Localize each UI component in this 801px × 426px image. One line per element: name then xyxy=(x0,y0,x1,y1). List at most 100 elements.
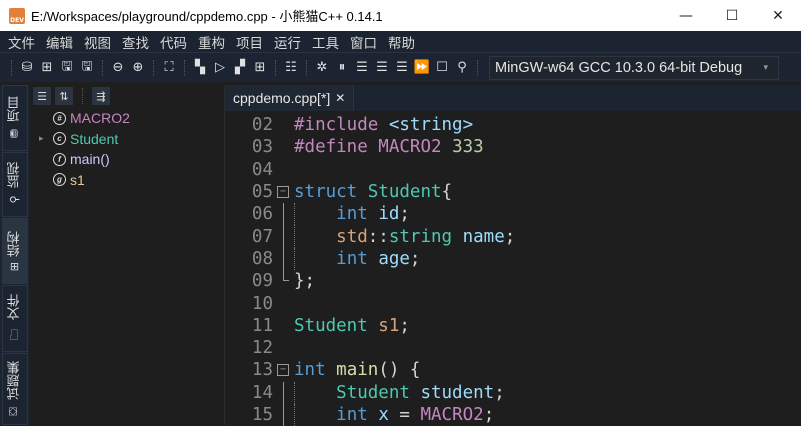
fold-line xyxy=(283,247,284,271)
code-token: ; xyxy=(483,405,495,425)
menu-item[interactable]: 代码 xyxy=(160,32,187,52)
code-token: :: xyxy=(367,226,389,247)
fold-gutter: − xyxy=(275,181,294,203)
menu-item[interactable]: 文件 xyxy=(8,32,35,52)
structure-tool-button[interactable]: ⇅ xyxy=(55,87,73,105)
code-line: 06 int id; xyxy=(225,203,515,226)
toolbar-button-icon[interactable]: 🖫 xyxy=(77,57,97,79)
toolbar-button-icon[interactable]: ⛁ xyxy=(17,60,37,75)
toolbar-button-icon[interactable]: ✲ xyxy=(312,60,332,75)
toolbar-button-icon[interactable]: ▞ xyxy=(230,60,250,75)
side-tab-2[interactable]: ⊞ 结构 xyxy=(2,218,28,284)
toolbar-button-icon[interactable]: ⊖ xyxy=(108,60,128,75)
toolbar-button-icon[interactable]: ⚲ xyxy=(452,60,472,75)
structure-item[interactable]: f main() xyxy=(53,151,110,167)
side-tab-4[interactable]: ⛋ 试题集 xyxy=(2,353,28,425)
code-token: std xyxy=(336,226,368,247)
toolbar-button-icon[interactable]: ⛶ xyxy=(159,60,179,75)
toolbar-button-icon[interactable]: ⊞ xyxy=(250,60,270,75)
side-tab-icon: ⛋ xyxy=(9,404,21,418)
structure-tool-button[interactable]: ☰ xyxy=(33,87,51,105)
line-number: 06 xyxy=(251,204,273,225)
code-token: 333 xyxy=(452,137,484,158)
line-number: 11 xyxy=(251,315,273,336)
menu-item[interactable]: 工具 xyxy=(312,32,339,52)
line-number: 12 xyxy=(251,338,273,359)
side-tab-1[interactable]: ⚲ 监视 xyxy=(2,152,28,217)
toolbar-button-icon[interactable]: ⏩ xyxy=(412,60,432,75)
expand-arrow-icon[interactable]: ▸ xyxy=(39,133,44,144)
toolbar-button-icon[interactable]: ☰ xyxy=(392,60,412,75)
code-line: 03 #define MACRO2 333 xyxy=(225,136,515,158)
minimize-button[interactable]: — xyxy=(663,0,709,31)
chevron-down-icon: ▾ xyxy=(763,62,768,72)
structure-panel: ☰ ⇅ ⇶ # MACRO2 ▸ c Student f main() g s1 xyxy=(29,85,225,425)
code-token: }; xyxy=(294,271,316,292)
code-token: age xyxy=(378,248,410,269)
structure-item[interactable]: # MACRO2 xyxy=(53,110,130,126)
menu-item[interactable]: 编辑 xyxy=(46,32,73,52)
menu-item[interactable]: 帮助 xyxy=(388,32,415,52)
code-token: x xyxy=(378,405,400,425)
code-line: 10 xyxy=(225,292,515,314)
fold-gutter xyxy=(275,270,294,292)
menu-item[interactable]: 运行 xyxy=(274,32,301,52)
code-token: ; xyxy=(494,382,505,403)
code-token: int xyxy=(294,360,337,381)
structure-item-label: MACRO2 xyxy=(70,110,130,126)
code-token: ; xyxy=(399,204,410,225)
compiler-select[interactable]: MinGW-w64 GCC 10.3.0 64-bit Debug ▾ xyxy=(489,55,779,80)
side-tab-0[interactable]: ⛃ 项目 xyxy=(2,85,28,151)
structure-item[interactable]: g s1 xyxy=(53,172,85,188)
menu-item[interactable]: 项目 xyxy=(236,32,263,52)
tab-label: cppdemo.cpp[*] xyxy=(233,90,331,106)
code-token: () { xyxy=(378,360,421,381)
fold-collapse-icon[interactable]: − xyxy=(277,364,289,377)
code-token: #define xyxy=(294,137,379,158)
code-line: 14 Student student; xyxy=(225,381,515,404)
code-editor[interactable]: cppdemo.cpp[*] ✕ 02 #include <string> 03 #d… xyxy=(225,85,801,426)
code-token: ; xyxy=(504,226,516,247)
fold-collapse-icon[interactable]: − xyxy=(277,185,289,198)
code-line: 09}; xyxy=(225,270,515,292)
code-area[interactable]: 02 #include <string> 03 #define MACRO2 333 0… xyxy=(225,114,515,426)
toolbar-button-icon[interactable]: ☰ xyxy=(352,60,372,75)
fold-gutter xyxy=(275,247,294,271)
structure-item-label: s1 xyxy=(70,171,85,188)
toolbar-button-icon[interactable]: ☷ xyxy=(281,60,301,75)
toolbar-button-icon[interactable]: ⊕ xyxy=(128,60,148,75)
toolbar-button-icon[interactable]: ⏸ xyxy=(332,60,352,75)
structure-item[interactable]: ▸ c Student xyxy=(39,131,118,147)
code-token: s1 xyxy=(378,315,400,336)
menu-item[interactable]: 视图 xyxy=(84,32,111,52)
fold-gutter xyxy=(275,136,294,158)
maximize-button[interactable]: ☐ xyxy=(709,0,755,31)
side-tab-3[interactable]: 🗀 文件 xyxy=(2,285,28,352)
fold-gutter xyxy=(275,337,294,359)
toolbar-button-icon[interactable]: ▷ xyxy=(210,60,230,75)
line-number: 13 xyxy=(251,360,273,381)
side-tab-icon: ⛃ xyxy=(8,127,22,140)
symbol-function-icon: f xyxy=(53,152,66,166)
code-line: 11 Student s1; xyxy=(225,315,515,337)
toolbar-button-icon[interactable]: 🖫 xyxy=(57,57,77,79)
menu-item[interactable]: 窗口 xyxy=(350,32,377,52)
close-button[interactable]: ✕ xyxy=(755,0,801,31)
menu-item[interactable]: 重构 xyxy=(198,32,225,52)
toolbar-button-icon[interactable]: ▚ xyxy=(190,60,210,75)
close-tab-icon[interactable]: ✕ xyxy=(335,91,345,105)
tab-cppdemo[interactable]: cppdemo.cpp[*] ✕ xyxy=(225,85,355,111)
code-token: main xyxy=(336,360,379,381)
indent-guide xyxy=(294,381,295,404)
toolbar-button-icon[interactable]: ☰ xyxy=(372,60,392,75)
code-line: 12 xyxy=(225,337,515,359)
fold-line xyxy=(283,225,284,248)
toolbar-button-icon[interactable]: ☐ xyxy=(432,60,452,75)
toolbar-button-icon[interactable]: ⊞ xyxy=(37,60,57,75)
structure-toolbar: ☰ ⇅ ⇶ xyxy=(29,85,224,107)
structure-tool-button[interactable]: ⇶ xyxy=(92,87,110,105)
menu-item[interactable]: 查找 xyxy=(122,32,149,52)
code-token: int xyxy=(336,248,379,269)
